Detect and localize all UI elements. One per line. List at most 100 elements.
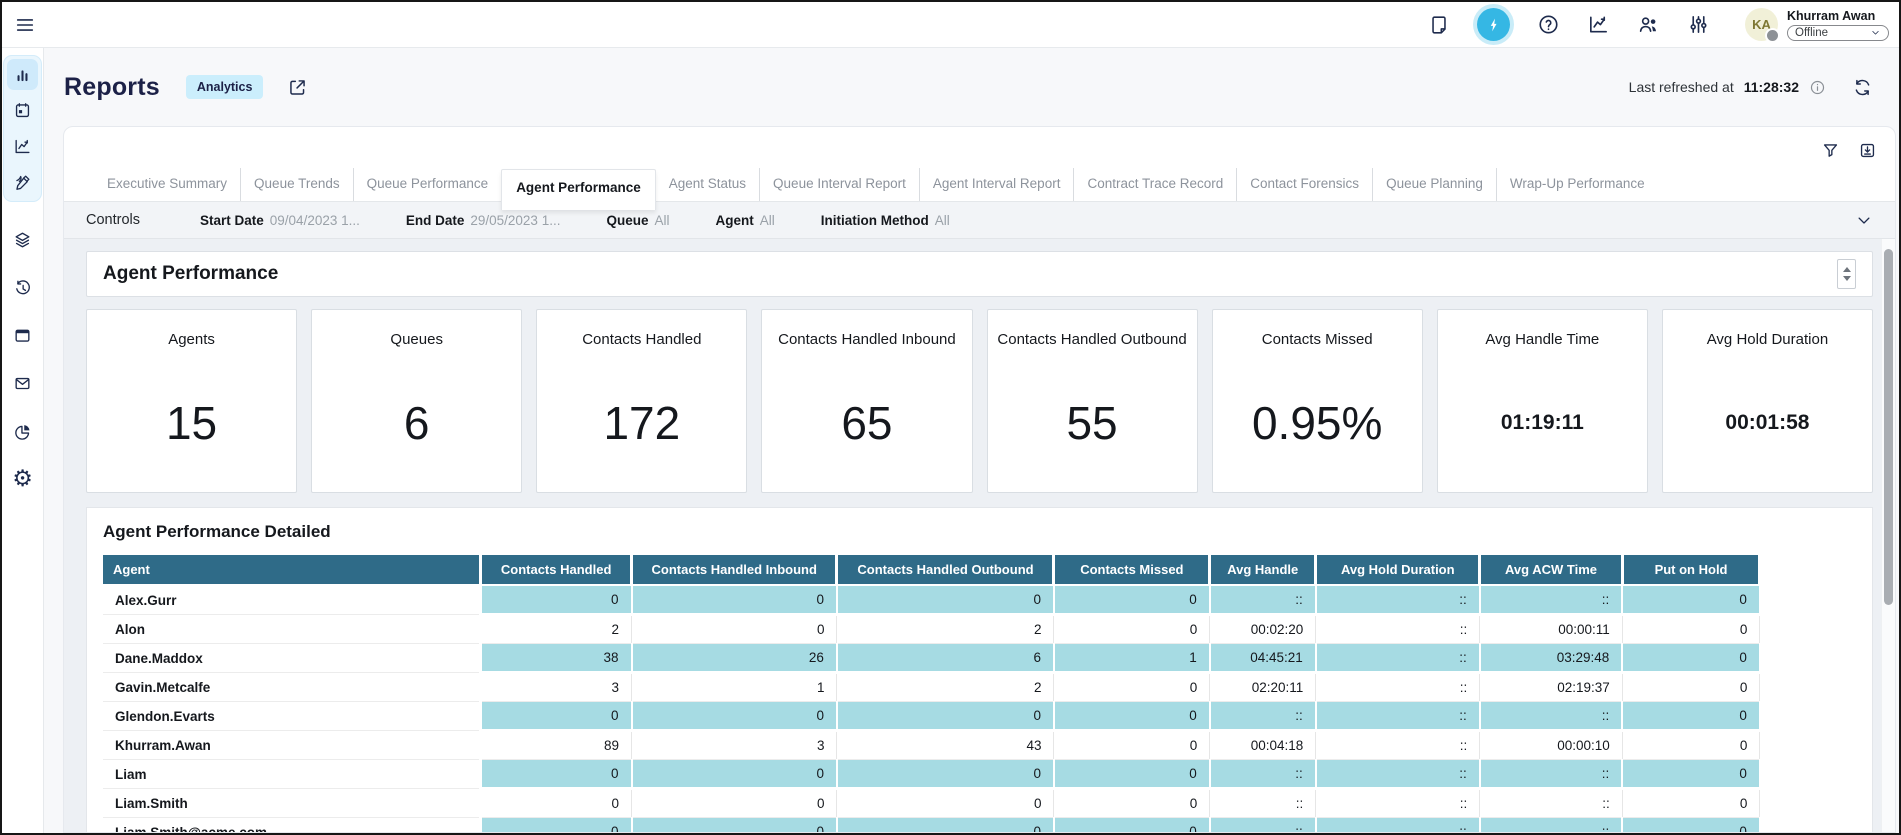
table-cell: 2 bbox=[481, 615, 632, 644]
refresh-icon[interactable] bbox=[1852, 77, 1873, 98]
sidebar-item-settings[interactable]: ⚙ bbox=[7, 464, 38, 495]
users-icon[interactable] bbox=[1637, 13, 1660, 36]
table-cell: :: bbox=[1316, 585, 1480, 615]
column-header-avg-handle[interactable]: Avg Handle bbox=[1210, 555, 1316, 585]
agent-name-cell: Gavin.Metcalfe bbox=[103, 673, 481, 702]
tab-agent-performance[interactable]: Agent Performance bbox=[501, 169, 656, 211]
column-header-contacts-missed[interactable]: Contacts Missed bbox=[1054, 555, 1210, 585]
filter-start-date[interactable]: Start Date09/04/2023 1... bbox=[200, 213, 360, 228]
table-cell: 0 bbox=[481, 585, 632, 615]
main-content: Reports Analytics Last refreshed at 11:2… bbox=[44, 48, 1899, 833]
column-header-contacts-handled-inbound[interactable]: Contacts Handled Inbound bbox=[632, 555, 837, 585]
sidebar-item-design[interactable] bbox=[7, 167, 38, 198]
info-icon[interactable] bbox=[1809, 79, 1826, 96]
agent-name-cell: Khurram.Awan bbox=[103, 731, 481, 760]
filter-icon[interactable] bbox=[1821, 139, 1840, 161]
table-cell: 0 bbox=[1622, 789, 1760, 818]
table-cell: 0 bbox=[1054, 673, 1210, 702]
agent-performance-table: AgentContacts HandledContacts Handled In… bbox=[103, 555, 1761, 832]
tab-executive-summary[interactable]: Executive Summary bbox=[94, 168, 240, 202]
kpi-queues: Queues6 bbox=[311, 309, 522, 493]
quick-actions-icon[interactable] bbox=[1477, 8, 1510, 41]
panel-toolbar bbox=[64, 127, 1895, 161]
column-header-agent[interactable]: Agent bbox=[103, 555, 481, 585]
filter-initiation-method[interactable]: Initiation MethodAll bbox=[821, 213, 950, 228]
sidebar-item-reports[interactable] bbox=[7, 59, 38, 90]
agent-name-cell: Alon bbox=[103, 615, 481, 644]
tab-contract-trace-record[interactable]: Contract Trace Record bbox=[1073, 168, 1236, 202]
table-row: Liam.Smith@acme.com0000::::::0 bbox=[103, 818, 1760, 833]
tab-queue-interval-report[interactable]: Queue Interval Report bbox=[759, 168, 919, 202]
status-select[interactable]: Offline bbox=[1787, 25, 1889, 41]
scrollbar-thumb[interactable] bbox=[1884, 249, 1893, 605]
status-dot-icon bbox=[1765, 28, 1780, 43]
column-header-avg-acw-time[interactable]: Avg ACW Time bbox=[1480, 555, 1622, 585]
table-cell: 00:02:20 bbox=[1210, 615, 1316, 644]
sidebar-item-history[interactable] bbox=[7, 272, 38, 303]
sidebar-item-schedule[interactable] bbox=[7, 95, 38, 126]
sidebar-analytics-group bbox=[3, 55, 42, 202]
table-cell: :: bbox=[1316, 673, 1480, 702]
table-cell: :: bbox=[1210, 702, 1316, 731]
table-cell: 0 bbox=[632, 702, 837, 731]
stepper-down-icon[interactable] bbox=[1843, 276, 1851, 281]
table-cell: 0 bbox=[1054, 818, 1210, 833]
filter-queue[interactable]: QueueAll bbox=[606, 213, 669, 228]
gear-icon: ⚙ bbox=[12, 468, 33, 491]
column-header-contacts-handled-outbound[interactable]: Contacts Handled Outbound bbox=[837, 555, 1054, 585]
table-cell: :: bbox=[1316, 644, 1480, 673]
tab-wrap-up-performance[interactable]: Wrap-Up Performance bbox=[1496, 168, 1658, 202]
tab-queue-performance[interactable]: Queue Performance bbox=[353, 168, 502, 202]
filter-agent[interactable]: AgentAll bbox=[715, 213, 774, 228]
sidebar-item-pie-reports[interactable] bbox=[7, 416, 38, 447]
kpi-value: 0.95% bbox=[1213, 396, 1422, 450]
table-cell: :: bbox=[1210, 760, 1316, 789]
sidebar-item-mail[interactable] bbox=[7, 368, 38, 399]
tab-queue-trends[interactable]: Queue Trends bbox=[240, 168, 353, 202]
sidebar-item-trends[interactable] bbox=[7, 131, 38, 162]
kpi-contacts-handled-inbound: Contacts Handled Inbound65 bbox=[761, 309, 972, 493]
table-cell: :: bbox=[1480, 789, 1622, 818]
table-row: Khurram.Awan89343000:04:18::00:00:100 bbox=[103, 731, 1760, 760]
column-header-put-on-hold[interactable]: Put on Hold bbox=[1622, 555, 1760, 585]
detail-title: Agent Performance Detailed bbox=[103, 522, 1856, 542]
table-cell: 0 bbox=[632, 760, 837, 789]
table-cell: 6 bbox=[837, 644, 1054, 673]
column-header-avg-hold-duration[interactable]: Avg Hold Duration bbox=[1316, 555, 1480, 585]
kpi-value: 01:19:11 bbox=[1438, 411, 1647, 435]
controls-expand-chevron-icon[interactable] bbox=[1855, 211, 1873, 229]
settings-sliders-icon[interactable] bbox=[1687, 13, 1710, 36]
table-cell: :: bbox=[1480, 760, 1622, 789]
table-row: Liam0000::::::0 bbox=[103, 760, 1760, 789]
user-name: Khurram Awan bbox=[1787, 9, 1889, 23]
avatar[interactable]: KA bbox=[1745, 8, 1778, 41]
agent-name-cell: Glendon.Evarts bbox=[103, 702, 481, 731]
scrollbar-track[interactable] bbox=[1881, 239, 1895, 832]
page-title: Reports bbox=[64, 73, 160, 102]
table-cell: :: bbox=[1316, 818, 1480, 833]
agent-name-cell: Liam.Smith@acme.com bbox=[103, 818, 481, 833]
external-link-icon[interactable] bbox=[287, 77, 308, 98]
controls-row: Controls Start Date09/04/2023 1...End Da… bbox=[64, 201, 1895, 239]
kpi-label: Contacts Missed bbox=[1213, 331, 1422, 348]
section-stepper[interactable] bbox=[1837, 259, 1856, 289]
table-cell: 0 bbox=[1054, 585, 1210, 615]
help-icon[interactable] bbox=[1537, 13, 1560, 36]
table-cell: 0 bbox=[1054, 615, 1210, 644]
menu-icon[interactable] bbox=[14, 14, 36, 36]
table-cell: 0 bbox=[837, 760, 1054, 789]
sidebar-item-layers[interactable] bbox=[7, 224, 38, 255]
filter-end-date[interactable]: End Date29/05/2023 1... bbox=[406, 213, 561, 228]
sidebar-item-window[interactable] bbox=[7, 320, 38, 351]
tab-queue-planning[interactable]: Queue Planning bbox=[1372, 168, 1496, 202]
notes-icon[interactable] bbox=[1428, 14, 1450, 36]
table-cell: 89 bbox=[481, 731, 632, 760]
tab-agent-interval-report[interactable]: Agent Interval Report bbox=[919, 168, 1074, 202]
table-cell: 3 bbox=[481, 673, 632, 702]
tab-agent-status[interactable]: Agent Status bbox=[656, 168, 759, 202]
stepper-up-icon[interactable] bbox=[1843, 267, 1851, 272]
analytics-chart-icon[interactable] bbox=[1587, 13, 1610, 36]
download-icon[interactable] bbox=[1858, 139, 1877, 161]
column-header-contacts-handled[interactable]: Contacts Handled bbox=[481, 555, 632, 585]
tab-contact-forensics[interactable]: Contact Forensics bbox=[1236, 168, 1372, 202]
